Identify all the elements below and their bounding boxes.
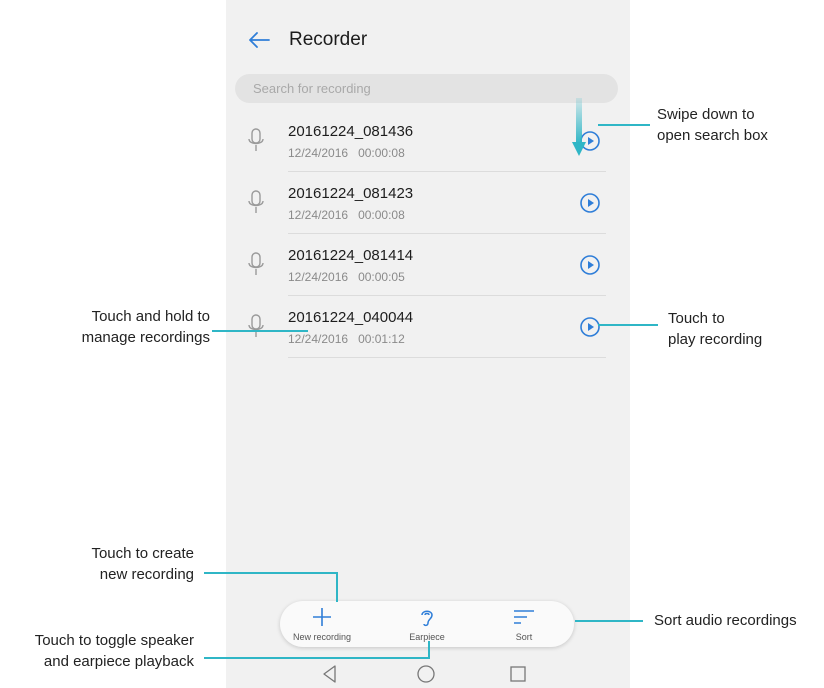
callout-line-create-v: [336, 572, 338, 602]
recording-name: 20161224_081414: [288, 247, 414, 264]
recording-duration: 00:01:12: [358, 332, 405, 346]
callout-swipe-line1: Swipe down to: [657, 106, 755, 123]
recording-row[interactable]: 20161224_081414 12/24/2016 00:00:05: [226, 234, 630, 296]
sort-label: Sort: [515, 632, 533, 642]
swipe-down-arrow-icon: [572, 98, 586, 156]
callout-create-line2: new recording: [99, 566, 194, 583]
callout-line-sort: [575, 620, 643, 622]
play-circle-icon[interactable]: [579, 192, 601, 214]
ear-icon: [421, 610, 433, 627]
recording-meta: 12/24/2016 00:01:12: [288, 332, 405, 346]
plus-icon: [313, 608, 331, 626]
earpiece-button[interactable]: Earpiece: [387, 601, 467, 647]
callout-create-line1: Touch to create: [91, 545, 194, 562]
recording-date: 12/24/2016: [288, 270, 349, 284]
callout-line-toggle-h: [204, 657, 430, 659]
nav-recents-icon[interactable]: [506, 662, 530, 686]
app-bar: Recorder: [226, 0, 630, 72]
sort-icon: [514, 610, 534, 624]
recording-row[interactable]: 20161224_040044 12/24/2016 00:01:12: [226, 296, 630, 358]
recording-row[interactable]: 20161224_081436 12/24/2016 00:00:08: [226, 110, 630, 172]
recording-duration: 00:00:08: [358, 146, 405, 160]
new-recording-button[interactable]: New recording: [282, 601, 362, 647]
callout-line-create-h: [204, 572, 338, 574]
callout-toggle: Touch to toggle speaker and earpiece pla…: [6, 630, 194, 672]
callout-line-hold: [212, 330, 308, 332]
sort-button[interactable]: Sort: [484, 601, 564, 647]
recording-date: 12/24/2016: [288, 332, 349, 346]
search-input[interactable]: Search for recording: [235, 74, 618, 103]
recording-meta: 12/24/2016 00:00:08: [288, 146, 405, 160]
callout-hold-line1: Touch and hold to: [91, 308, 210, 325]
nav-home-icon[interactable]: [414, 662, 438, 686]
callout-create: Touch to create new recording: [20, 543, 194, 585]
callout-line-play: [598, 324, 658, 326]
callout-play-line2: play recording: [668, 331, 763, 348]
row-divider: [288, 357, 606, 358]
arrow-left-icon: [249, 32, 270, 48]
microphone-icon: [248, 314, 264, 337]
microphone-icon: [248, 190, 264, 213]
recording-date: 12/24/2016: [288, 146, 349, 160]
callout-hold-line2: manage recordings: [81, 329, 210, 346]
callout-line-swipe: [598, 124, 650, 126]
microphone-icon: [248, 252, 264, 275]
phone-screen: Recorder Search for recording 20161224_0…: [226, 0, 630, 688]
new-recording-label: New recording: [292, 632, 352, 642]
callout-hold: Touch and hold to manage recordings: [40, 306, 210, 348]
recording-meta: 12/24/2016 00:00:05: [288, 270, 405, 284]
microphone-icon: [248, 128, 264, 151]
earpiece-label: Earpiece: [409, 632, 445, 642]
callout-toggle-line2: and earpiece playback: [43, 653, 194, 670]
callout-swipe: Swipe down to open search box: [657, 104, 768, 146]
system-nav-bar: [226, 658, 630, 688]
callout-sort: Sort audio recordings: [654, 612, 797, 629]
nav-back-icon[interactable]: [318, 662, 342, 686]
recording-meta: 12/24/2016 00:00:08: [288, 208, 405, 222]
callout-line-toggle-v: [428, 641, 430, 658]
play-circle-icon[interactable]: [579, 316, 601, 338]
callout-toggle-line1: Touch to toggle speaker: [34, 632, 194, 649]
back-button[interactable]: [244, 25, 274, 55]
callout-swipe-line2: open search box: [657, 127, 768, 144]
recording-name: 20161224_040044: [288, 309, 414, 326]
page-title: Recorder: [289, 29, 368, 50]
recording-name: 20161224_081423: [288, 185, 414, 202]
recording-duration: 00:00:05: [358, 270, 405, 284]
callout-play: Touch to play recording: [668, 308, 762, 350]
play-circle-icon[interactable]: [579, 254, 601, 276]
bottom-toolbar: New recording Earpiece Sort: [280, 601, 574, 647]
recording-name: 20161224_081436: [288, 123, 414, 140]
recording-duration: 00:00:08: [358, 208, 405, 222]
recording-date: 12/24/2016: [288, 208, 349, 222]
callout-play-line1: Touch to: [668, 310, 725, 327]
recording-row[interactable]: 20161224_081423 12/24/2016 00:00:08: [226, 172, 630, 234]
